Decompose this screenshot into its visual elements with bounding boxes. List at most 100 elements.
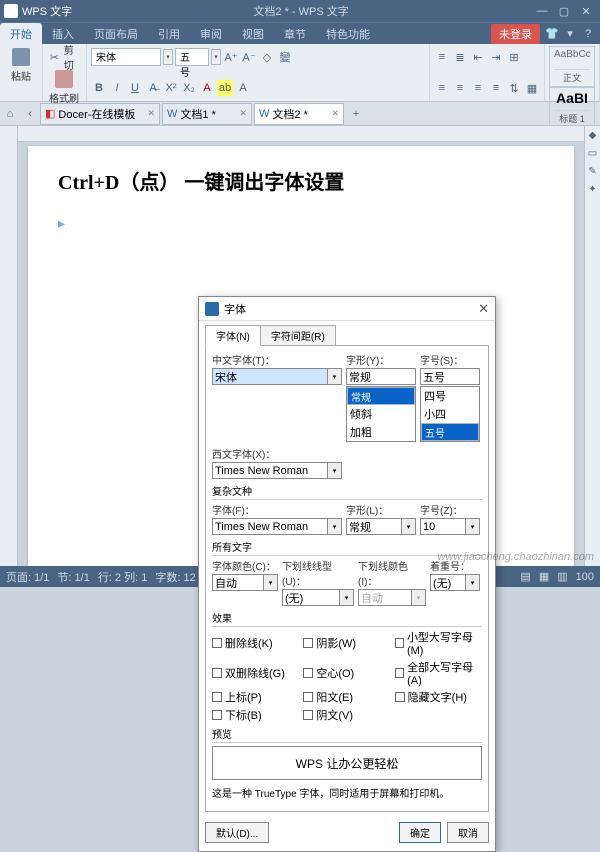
tab-special[interactable]: 特色功能 xyxy=(316,23,380,45)
view-print-icon[interactable]: ▤ xyxy=(520,570,530,583)
chevron-down-icon[interactable]: ▾ xyxy=(401,519,415,534)
align-right-icon[interactable]: ≡ xyxy=(470,80,486,96)
nav-icon[interactable]: ◆ xyxy=(585,126,600,144)
chevron-down-icon[interactable]: ▾ xyxy=(327,463,341,478)
numbering-icon[interactable]: ≣ xyxy=(452,49,468,65)
ul-color-select[interactable]: 自动▾ xyxy=(358,589,426,606)
doctab-doc1[interactable]: W文档1 *✕ xyxy=(162,103,252,125)
western-font-select[interactable]: Times New Roman▾ xyxy=(212,462,342,479)
subscript-icon[interactable]: X₂ xyxy=(181,80,197,96)
dialog-close-icon[interactable]: ✕ xyxy=(478,301,489,317)
select-icon[interactable]: ▭ xyxy=(585,144,600,162)
tab-section[interactable]: 章节 xyxy=(274,23,316,45)
shrink-font-icon[interactable]: A⁻ xyxy=(241,49,257,65)
font-color-icon[interactable]: A xyxy=(199,80,215,96)
dlg-tab-font[interactable]: 字体(N) xyxy=(205,325,261,346)
chk-engrave[interactable]: 阴文(V) xyxy=(303,707,390,723)
font-color-select[interactable]: 自动▾ xyxy=(212,574,278,591)
chk-shadow[interactable]: 阴影(W) xyxy=(303,629,390,657)
complex-size-select[interactable]: 10▾ xyxy=(420,518,480,535)
tab-layout[interactable]: 页面布局 xyxy=(84,23,148,45)
maximize-icon[interactable]: ▢ xyxy=(554,3,574,19)
status-sec[interactable]: 节: 1/1 xyxy=(57,569,89,585)
chinese-font-select[interactable]: 宋体▾ xyxy=(212,368,342,385)
chevron-down-icon[interactable]: ▾ xyxy=(411,590,425,605)
style-input[interactable]: 常规 xyxy=(346,368,416,385)
indent-inc-icon[interactable]: ⇥ xyxy=(488,49,504,65)
phonetic-icon[interactable]: 變 xyxy=(277,49,293,65)
opt-regular[interactable]: 常规 xyxy=(347,387,415,405)
tab-review[interactable]: 审阅 xyxy=(190,23,232,45)
paste-button[interactable]: 粘贴 xyxy=(4,46,38,85)
chevron-down-icon[interactable]: ▾ xyxy=(327,369,341,384)
chevron-down-icon[interactable]: ▾ xyxy=(327,519,341,534)
clear-format-icon[interactable]: ◇ xyxy=(259,49,275,65)
font-select[interactable]: 宋体 xyxy=(91,48,161,66)
help-icon[interactable]: ? xyxy=(580,26,596,42)
chk-smallcaps[interactable]: 小型大写字母(M) xyxy=(395,629,482,657)
style-h1[interactable]: AaBI标题 1 xyxy=(549,87,595,128)
indent-dec-icon[interactable]: ⇤ xyxy=(470,49,486,65)
opt-italic[interactable]: 倾斜 xyxy=(347,405,415,423)
home-icon[interactable]: ⌂ xyxy=(0,104,20,124)
close-tab-icon[interactable]: ✕ xyxy=(331,108,339,119)
cancel-button[interactable]: 取消 xyxy=(447,822,489,843)
close-tab-icon[interactable]: ✕ xyxy=(239,108,247,119)
back-icon[interactable]: ‹ xyxy=(20,104,40,124)
tab-icon[interactable]: ⊞ xyxy=(506,49,522,65)
chevron-down-icon[interactable]: ▾ xyxy=(339,590,353,605)
italic-icon[interactable]: I xyxy=(109,80,125,96)
chk-emboss[interactable]: 阳文(E) xyxy=(303,689,390,705)
emphasis-select[interactable]: (无)▾ xyxy=(430,574,480,591)
chk-sup[interactable]: 上标(P) xyxy=(212,689,299,705)
opt-s5[interactable]: 五号 xyxy=(421,423,479,441)
dlg-tab-spacing[interactable]: 字符间距(R) xyxy=(260,325,336,346)
cut-icon[interactable]: ✂ xyxy=(47,49,62,65)
chk-dblstrike[interactable]: 双删除线(G) xyxy=(212,659,299,687)
size-select[interactable]: 五号 xyxy=(175,48,209,66)
opt-s4s[interactable]: 小四 xyxy=(421,405,479,423)
ok-button[interactable]: 确定 xyxy=(399,822,441,843)
chk-sub[interactable]: 下标(B) xyxy=(212,707,299,723)
settings-icon[interactable]: ✦ xyxy=(585,180,600,198)
chk-allcaps[interactable]: 全部大写字母(A) xyxy=(395,659,482,687)
tab-references[interactable]: 引用 xyxy=(148,23,190,45)
menu-min-icon[interactable]: ▾ xyxy=(562,26,578,42)
zoom-value[interactable]: 100 xyxy=(576,571,594,583)
tab-view[interactable]: 视图 xyxy=(232,23,274,45)
tool-icon[interactable]: ✎ xyxy=(585,162,600,180)
close-tab-icon[interactable]: ✕ xyxy=(147,108,155,119)
complex-style-select[interactable]: 常规▾ xyxy=(346,518,416,535)
chevron-down-icon[interactable]: ▾ xyxy=(465,519,479,534)
chk-strike[interactable]: 删除线(K) xyxy=(212,629,299,657)
default-button[interactable]: 默认(D)... xyxy=(205,822,269,843)
view-web-icon[interactable]: ▦ xyxy=(539,570,549,583)
size-input[interactable]: 五号 xyxy=(420,368,480,385)
opt-bold[interactable]: 加粗 xyxy=(347,423,415,441)
align-left-icon[interactable]: ≡ xyxy=(434,80,450,96)
doctab-doc2[interactable]: W文档2 *✕ xyxy=(254,103,344,125)
close-icon[interactable]: ✕ xyxy=(576,3,596,19)
new-tab-icon[interactable]: + xyxy=(346,104,366,124)
line-spacing-icon[interactable]: ⇅ xyxy=(506,80,522,96)
char-border-icon[interactable]: A xyxy=(235,80,251,96)
justify-icon[interactable]: ≡ xyxy=(488,80,504,96)
format-brush-button[interactable]: 格式刷 xyxy=(47,68,81,107)
strike-icon[interactable]: A̶ xyxy=(145,80,161,96)
doctab-docer[interactable]: ◧Docer-在线模板✕ xyxy=(40,103,160,125)
tab-start[interactable]: 开始 xyxy=(0,23,42,45)
dialog-titlebar[interactable]: 字体 ✕ xyxy=(199,297,495,321)
skin-icon[interactable]: 👕 xyxy=(544,26,560,42)
align-center-icon[interactable]: ≡ xyxy=(452,80,468,96)
view-outline-icon[interactable]: ▥ xyxy=(557,570,567,583)
underline-select[interactable]: (无)▾ xyxy=(282,589,354,606)
chk-outline[interactable]: 空心(O) xyxy=(303,659,390,687)
underline-icon[interactable]: U xyxy=(127,80,143,96)
highlight-icon[interactable]: ab xyxy=(217,80,233,96)
status-words[interactable]: 字数: 12 xyxy=(155,569,195,585)
status-page[interactable]: 页面: 1/1 xyxy=(6,569,49,585)
login-button[interactable]: 未登录 xyxy=(491,24,540,44)
superscript-icon[interactable]: X² xyxy=(163,80,179,96)
chevron-down-icon[interactable]: ▾ xyxy=(465,575,479,590)
grow-font-icon[interactable]: A⁺ xyxy=(223,49,239,65)
